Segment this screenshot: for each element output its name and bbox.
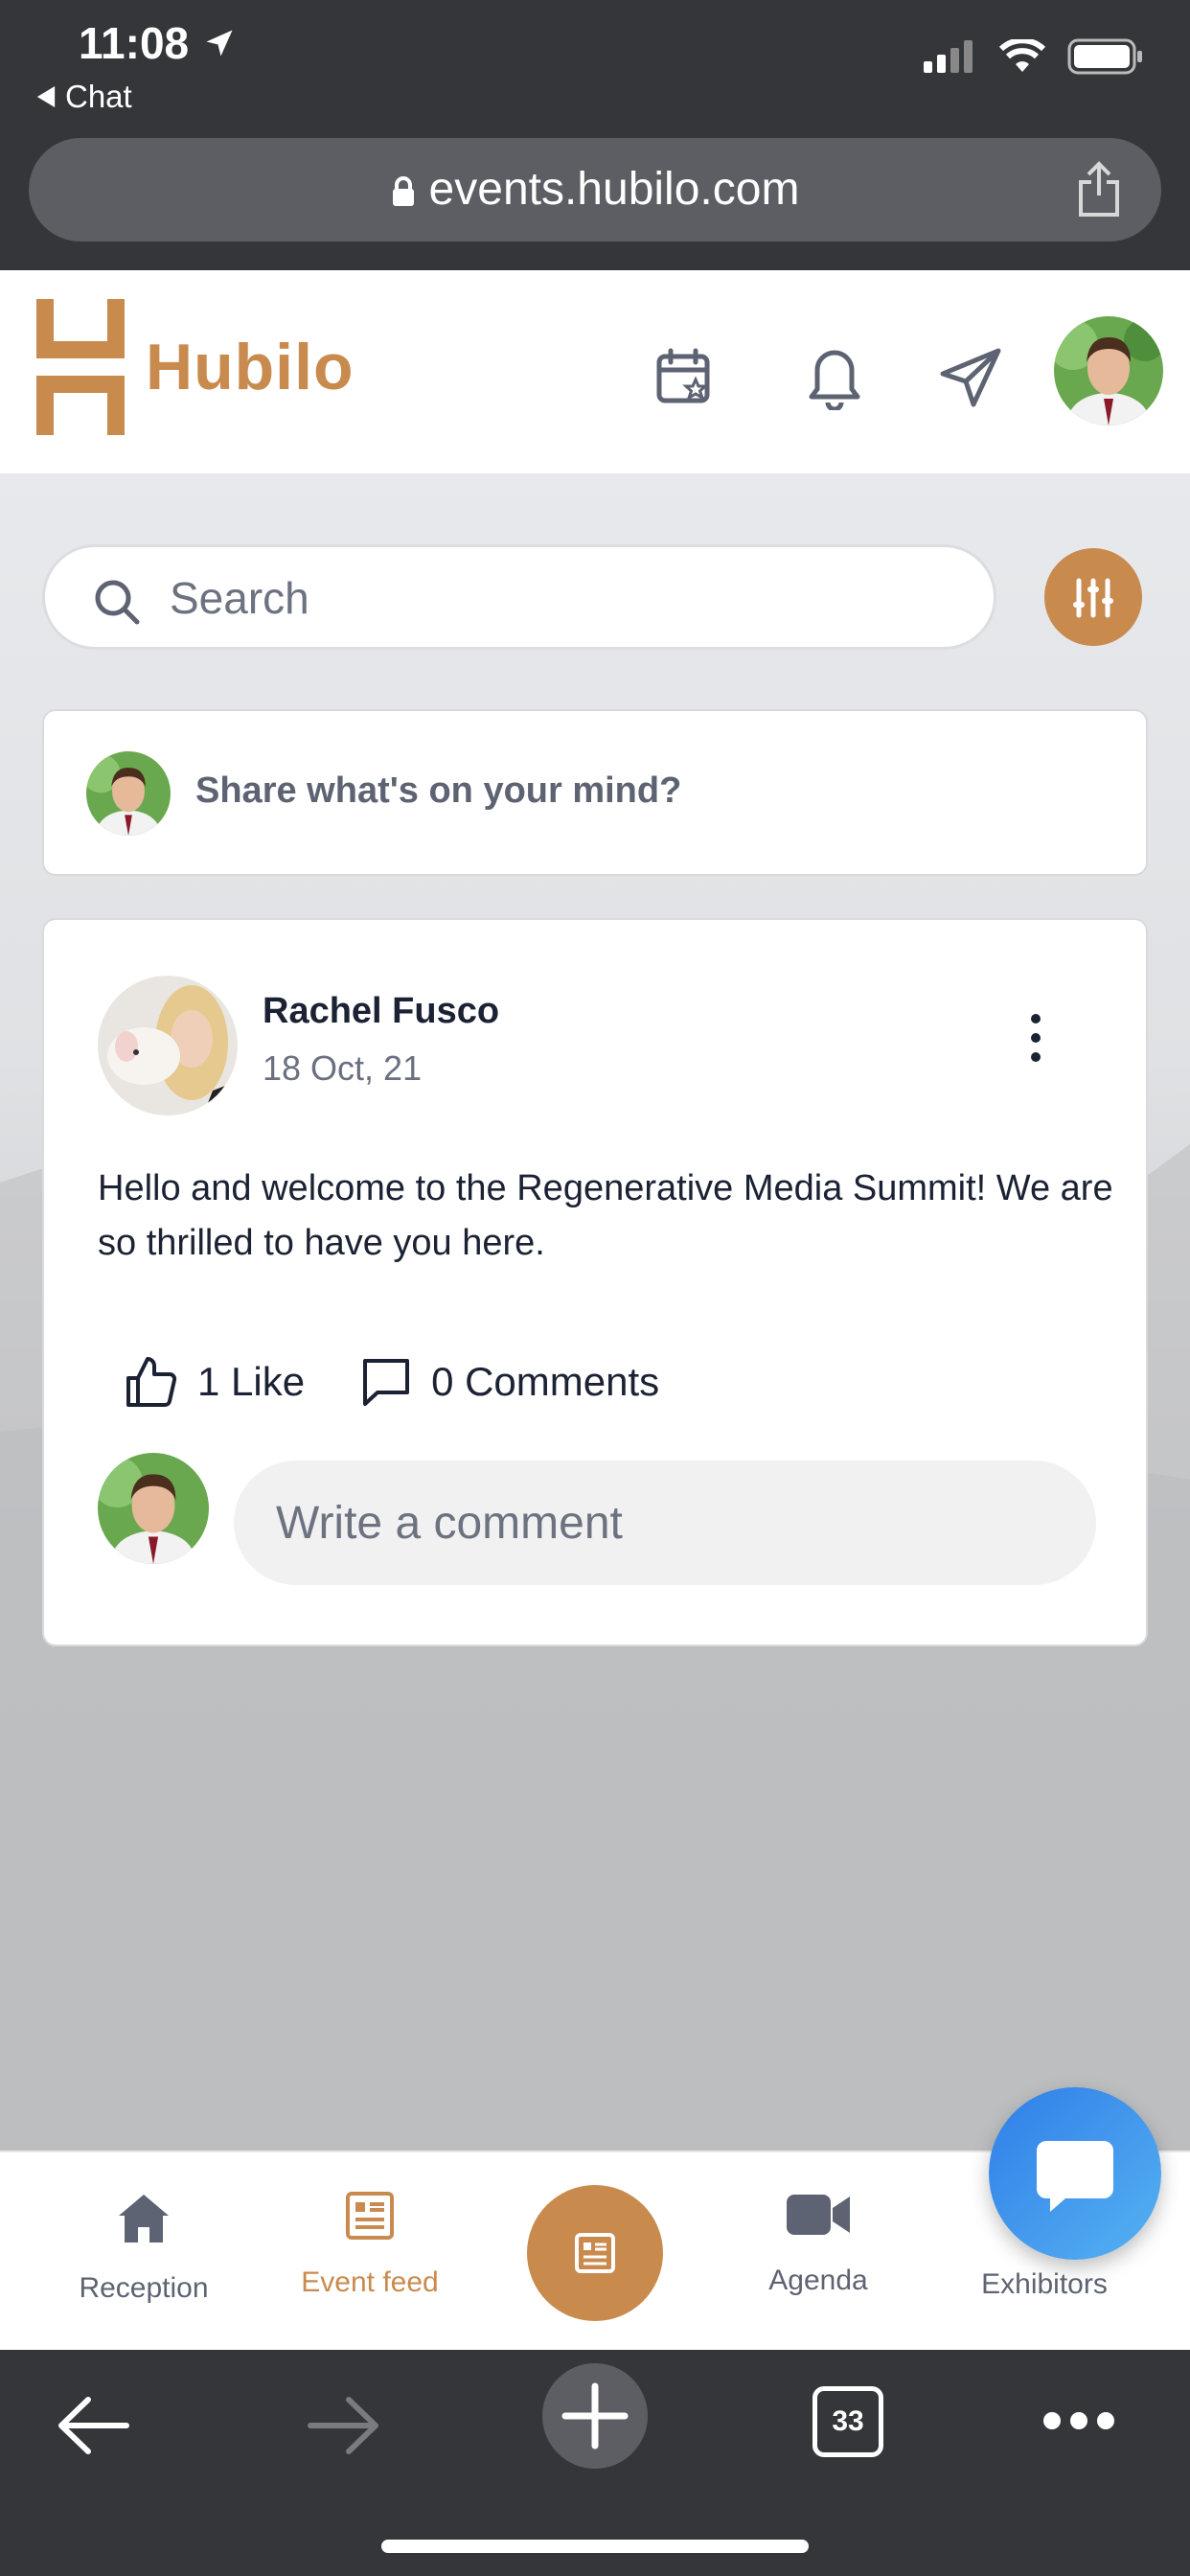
share-icon[interactable]: [1075, 161, 1123, 218]
composer-prompt: Share what's on your mind?: [195, 770, 682, 811]
nav-agenda[interactable]: Agenda: [713, 2191, 924, 2297]
comments-button[interactable]: 0 Comments: [360, 1356, 659, 1408]
sliders-icon: [1073, 578, 1113, 618]
status-time: 11:08: [79, 17, 237, 69]
author-avatar[interactable]: [98, 976, 238, 1116]
chat-fab-button[interactable]: [989, 2087, 1161, 2260]
brand-name[interactable]: Hubilo: [146, 330, 355, 404]
profile-avatar[interactable]: [1054, 316, 1163, 426]
bell-icon[interactable]: [805, 347, 864, 410]
address-bar[interactable]: events.hubilo.com: [29, 138, 1161, 242]
back-to-app[interactable]: Chat: [36, 79, 132, 115]
hubilo-logo-mark: [36, 299, 125, 435]
calendar-star-icon[interactable]: [653, 347, 715, 408]
new-tab-icon[interactable]: [542, 2363, 648, 2469]
feed-icon: [346, 2192, 394, 2240]
location-arrow-icon: [206, 30, 233, 57]
like-count: 1 Like: [197, 1359, 306, 1404]
nav-event-feed[interactable]: Event feed: [264, 2191, 475, 2299]
video-icon: [787, 2195, 850, 2235]
avatar-image: [86, 751, 171, 836]
feed-center-icon: [575, 2233, 615, 2273]
app-header: Hubilo: [0, 270, 1190, 473]
center-feed-button[interactable]: [527, 2185, 663, 2321]
home-icon: [119, 2195, 169, 2242]
lock-icon: [392, 176, 414, 207]
avatar-image: [98, 976, 238, 1116]
tabs-count-button[interactable]: 33: [812, 2386, 883, 2457]
chat-bubble-icon: [1037, 2141, 1113, 2212]
time-label: 11:08: [79, 18, 190, 68]
thumbs-up-icon: [126, 1357, 177, 1407]
comment-input[interactable]: [234, 1460, 1096, 1585]
forward-arrow-icon[interactable]: [307, 2392, 381, 2459]
nav-event-feed-label: Event feed: [301, 2266, 439, 2298]
post-actions: 1 Like 0 Comments: [125, 1355, 715, 1409]
search-bar[interactable]: [42, 544, 996, 650]
feed-post: Rachel Fusco 18 Oct, 21 Hello and welcom…: [42, 918, 1148, 1646]
commenter-avatar: [98, 1453, 209, 1564]
url-text: events.hubilo.com: [428, 164, 800, 215]
back-app-label: Chat: [65, 79, 132, 114]
nav-reception[interactable]: Reception: [38, 2191, 249, 2305]
battery-icon: [1067, 38, 1142, 75]
search-input[interactable]: [170, 566, 955, 630]
post-date: 18 Oct, 21: [263, 1048, 423, 1088]
comments-count: 0 Comments: [431, 1359, 660, 1404]
signal-icon: [924, 40, 973, 73]
like-button[interactable]: 1 Like: [125, 1355, 305, 1409]
post-composer[interactable]: Share what's on your mind?: [42, 709, 1148, 876]
nav-reception-label: Reception: [79, 2272, 209, 2304]
nav-exhibitors-label: Exhibitors: [981, 2268, 1108, 2300]
home-indicator: [381, 2540, 809, 2553]
user-avatar: [86, 751, 171, 836]
back-triangle-icon: [36, 86, 56, 107]
avatar-image: [98, 1453, 209, 1564]
comment-icon: [363, 1359, 410, 1406]
send-icon[interactable]: [939, 347, 1002, 408]
more-menu-icon[interactable]: [1041, 2409, 1117, 2432]
search-icon: [95, 580, 140, 625]
post-author[interactable]: Rachel Fusco: [263, 991, 499, 1032]
wifi-icon: [998, 39, 1046, 72]
avatar-image: [1054, 316, 1163, 426]
filter-button[interactable]: [1044, 548, 1142, 646]
browser-chrome: 11:08 Chat events.hubilo.com: [0, 0, 1190, 270]
nav-agenda-label: Agenda: [768, 2265, 868, 2296]
post-body: Hello and welcome to the Regenerative Me…: [98, 1168, 1113, 1263]
back-arrow-icon[interactable]: [56, 2392, 130, 2459]
more-options-icon[interactable]: [1021, 1014, 1050, 1071]
status-icons: [924, 38, 1144, 75]
